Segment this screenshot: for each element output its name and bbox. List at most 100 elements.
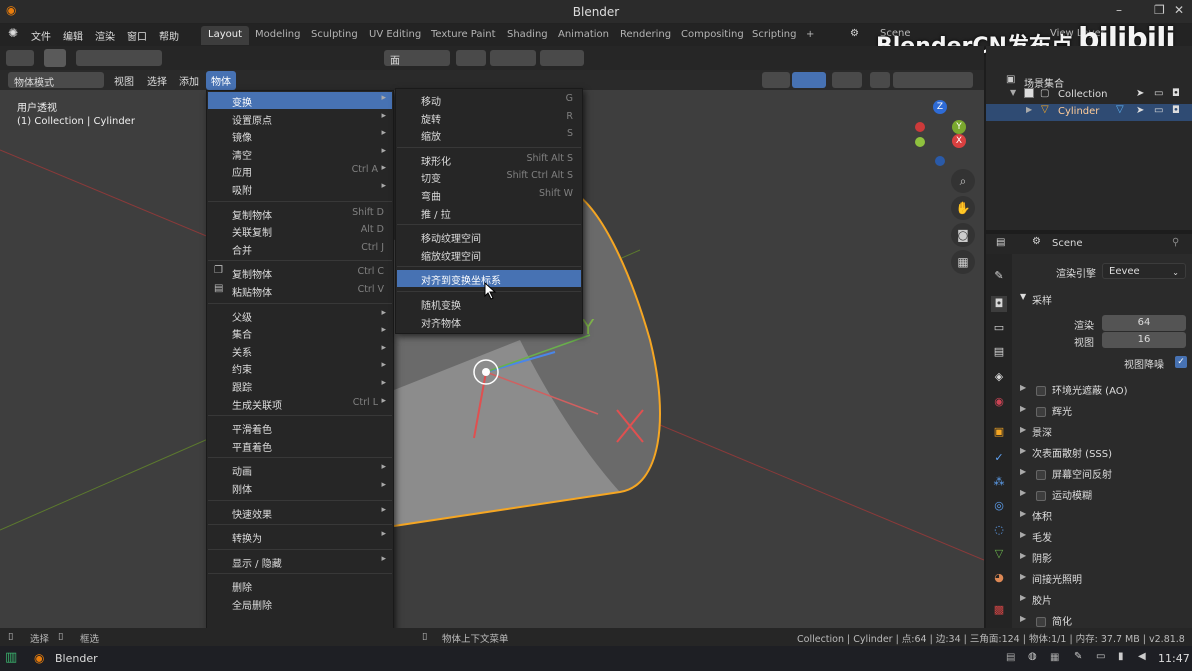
render-panel-header[interactable]: ▶ 阴影 bbox=[1014, 547, 1192, 567]
menu-render[interactable]: 渲染 bbox=[95, 28, 115, 43]
tray-display-icon[interactable]: ▭ bbox=[1096, 651, 1105, 662]
render-panel-header[interactable]: ▶ 简化 bbox=[1014, 610, 1192, 630]
transform-orientation-select[interactable]: 面 bbox=[384, 50, 450, 67]
transform-menu-item[interactable]: 切变 Shift Ctrl Alt S bbox=[397, 168, 581, 185]
object-menu-item[interactable]: 跟踪 ▸ bbox=[208, 377, 392, 394]
object-menu-item[interactable]: 设置原点 ▸ bbox=[208, 110, 392, 127]
object-menu-item[interactable]: 动画 ▸ bbox=[208, 461, 392, 478]
view-menu[interactable]: 视图 bbox=[114, 73, 134, 88]
transform-menu-item[interactable]: 弯曲 Shift W bbox=[397, 186, 581, 203]
object-menu-item[interactable]: 快速效果 ▸ bbox=[208, 504, 392, 521]
panel-checkbox[interactable] bbox=[1036, 491, 1046, 501]
tray-icon-1[interactable]: ▤ bbox=[1006, 652, 1015, 663]
object-menu-item[interactable]: 合并 Ctrl J bbox=[208, 240, 392, 257]
select-menu[interactable]: 选择 bbox=[147, 73, 167, 88]
tray-battery-icon[interactable]: ▮ bbox=[1118, 651, 1124, 662]
menu-window[interactable]: 窗口 bbox=[127, 28, 147, 43]
object-menu[interactable]: 物体 bbox=[206, 71, 236, 90]
gizmo-neg-x[interactable] bbox=[915, 122, 925, 132]
menu-help[interactable]: 帮助 bbox=[159, 28, 179, 43]
object-menu-item[interactable]: 镜像 ▸ bbox=[208, 127, 392, 144]
gizmo-toggle[interactable] bbox=[792, 72, 826, 88]
selection-mode-buttons[interactable] bbox=[76, 50, 162, 66]
expand-icon[interactable]: ▼ bbox=[1010, 88, 1016, 97]
select-arrow-icon[interactable]: ➤ bbox=[1136, 88, 1144, 99]
monitor-icon[interactable]: ▭ bbox=[1154, 105, 1163, 116]
blender-menu-icon[interactable]: ✺ bbox=[8, 26, 18, 40]
object-menu-item[interactable]: ▤ 粘贴物体 Ctrl V bbox=[208, 282, 392, 299]
object-menu-item[interactable]: ❐ 复制物体 Ctrl C bbox=[208, 264, 392, 281]
render-panel-header[interactable]: ▶ 次表面散射 (SSS) bbox=[1014, 442, 1192, 462]
view-layer-tab-icon[interactable]: ▤ bbox=[991, 344, 1007, 360]
object-menu-item[interactable]: 约束 ▸ bbox=[208, 359, 392, 376]
object-menu-item[interactable]: 全局删除 bbox=[208, 595, 392, 612]
tab-rendering[interactable]: Rendering bbox=[613, 26, 678, 45]
object-menu-item[interactable]: 变换 ▸ bbox=[208, 92, 392, 109]
tab-sculpting[interactable]: Sculpting bbox=[304, 26, 365, 45]
panel-checkbox[interactable] bbox=[1036, 617, 1046, 627]
tab-compositing[interactable]: Compositing bbox=[674, 26, 751, 45]
object-menu-item[interactable]: 集合 ▸ bbox=[208, 324, 392, 341]
camera-icon[interactable]: ◙ bbox=[951, 223, 975, 247]
output-tab-icon[interactable]: ▭ bbox=[991, 320, 1007, 336]
render-samples-field[interactable]: 64 bbox=[1102, 315, 1186, 331]
gizmo-neg-z[interactable] bbox=[935, 156, 945, 166]
navigation-gizmo[interactable]: Z Y X bbox=[906, 98, 970, 168]
sampling-panel-header[interactable]: ▼ 采样 bbox=[1014, 289, 1192, 309]
checkmark-icon[interactable]: ✓ bbox=[1175, 356, 1187, 368]
menu-edit[interactable]: 编辑 bbox=[63, 28, 83, 43]
select-tool-button[interactable] bbox=[44, 49, 66, 67]
transform-menu-item[interactable]: 移动纹理空间 bbox=[397, 228, 581, 245]
data-tab-icon[interactable]: ▽ bbox=[991, 546, 1007, 562]
outliner-collection[interactable]: ▼ ▢ Collection ➤ ▭ ◘ bbox=[986, 87, 1192, 104]
minimize-icon[interactable]: – bbox=[1116, 3, 1122, 17]
physics-tab-icon[interactable]: ◎ bbox=[991, 498, 1007, 514]
viewport-denoise-row[interactable]: 视图降噪 ✓ bbox=[1014, 353, 1192, 373]
pin-icon[interactable]: ⚲ bbox=[1172, 237, 1179, 248]
grid-view-icon[interactable]: ▦ bbox=[951, 250, 975, 274]
outliner-cylinder[interactable]: ▶ ▽ Cylinder ▽ ➤ ▭ ◘ bbox=[986, 104, 1192, 121]
shading-mode-buttons[interactable] bbox=[893, 72, 973, 88]
blender-app-icon[interactable]: ◉ bbox=[34, 651, 44, 665]
object-menu-item[interactable]: 删除 bbox=[208, 577, 392, 594]
gizmo-neg-y[interactable] bbox=[915, 137, 925, 147]
constraints-tab-icon[interactable]: ◌ bbox=[991, 522, 1007, 538]
gizmo-x-axis[interactable]: X bbox=[952, 134, 966, 148]
viewport-samples-field[interactable]: 16 bbox=[1102, 332, 1186, 348]
render-panel-header[interactable]: ▶ 景深 bbox=[1014, 421, 1192, 441]
render-panel-header[interactable]: ▶ 间接光照明 bbox=[1014, 568, 1192, 588]
render-panel-header[interactable]: ▶ 辉光 bbox=[1014, 400, 1192, 420]
add-workspace-button[interactable]: + bbox=[799, 26, 821, 45]
gizmo-z-axis[interactable]: Z bbox=[933, 100, 947, 114]
material-tab-icon[interactable]: ◕ bbox=[991, 570, 1007, 586]
render-panel-header[interactable]: ▶ 屏幕空间反射 bbox=[1014, 463, 1192, 483]
object-menu-item[interactable]: 应用 Ctrl A ▸ bbox=[208, 162, 392, 179]
tray-volume-icon[interactable]: ◀ bbox=[1138, 651, 1146, 662]
tray-keyboard-icon[interactable]: ▦ bbox=[1050, 652, 1059, 663]
collection-checkbox[interactable] bbox=[1024, 88, 1034, 98]
tray-attachment-icon[interactable]: ✎ bbox=[1074, 651, 1082, 662]
object-menu-item[interactable]: 显示 / 隐藏 ▸ bbox=[208, 553, 392, 570]
panel-checkbox[interactable] bbox=[1036, 386, 1046, 396]
pan-hand-icon[interactable]: ✋ bbox=[951, 196, 975, 220]
render-tab-icon[interactable]: ◘ bbox=[991, 296, 1007, 312]
editor-type-icon[interactable]: ▤ bbox=[996, 237, 1005, 248]
scene-tab-icon[interactable]: ◈ bbox=[991, 369, 1007, 385]
particles-tab-icon[interactable]: ⁂ bbox=[991, 474, 1007, 490]
world-tab-icon[interactable]: ◉ bbox=[991, 394, 1007, 410]
transform-menu-item[interactable]: 移动 G bbox=[397, 91, 581, 108]
object-menu-item[interactable]: 转换为 ▸ bbox=[208, 528, 392, 545]
add-menu[interactable]: 添加 bbox=[179, 73, 199, 88]
tab-scripting[interactable]: Scripting bbox=[745, 26, 803, 45]
tab-shading[interactable]: Shading bbox=[500, 26, 555, 45]
tab-uv-editing[interactable]: UV Editing bbox=[362, 26, 428, 45]
texture-tab-icon[interactable]: ▩ bbox=[991, 602, 1007, 618]
object-menu-item[interactable]: 清空 ▸ bbox=[208, 145, 392, 162]
modifier-tab-icon[interactable]: ✓ bbox=[991, 450, 1007, 466]
object-menu-item[interactable]: 吸附 ▸ bbox=[208, 180, 392, 197]
object-menu-item[interactable]: 父级 ▸ bbox=[208, 307, 392, 324]
tab-modeling[interactable]: Modeling bbox=[248, 26, 308, 45]
panel-checkbox[interactable] bbox=[1036, 407, 1046, 417]
panel-checkbox[interactable] bbox=[1036, 470, 1046, 480]
render-panel-header[interactable]: ▶ 毛发 bbox=[1014, 526, 1192, 546]
